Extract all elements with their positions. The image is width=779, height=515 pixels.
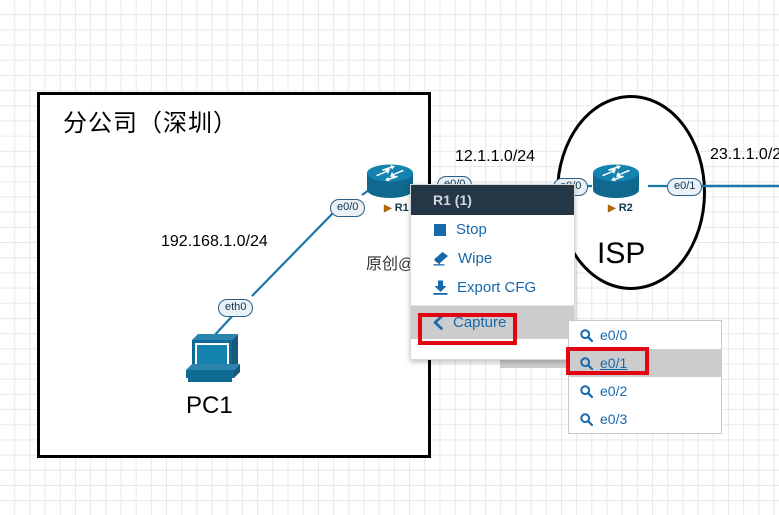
- stop-square-icon: [433, 223, 447, 237]
- interface-badge-r1-e00[interactable]: e0/0: [330, 199, 366, 217]
- context-menu-footer: [411, 339, 574, 359]
- magnifier-icon: [580, 328, 593, 342]
- interface-badge-eth0[interactable]: eth0: [218, 299, 254, 317]
- submenu-item-e02[interactable]: e0/2: [569, 377, 721, 405]
- context-menu-item-capture[interactable]: Capture: [411, 306, 574, 339]
- network-label-wan1: 12.1.1.0/24: [455, 148, 536, 165]
- router-icon-r1[interactable]: [364, 161, 416, 201]
- submenu-item-e00[interactable]: e0/0: [569, 321, 721, 349]
- magnifier-icon: [580, 412, 593, 426]
- context-menu-header: R1 (1): [411, 185, 574, 215]
- context-menu-item-stop[interactable]: Stop: [411, 215, 574, 244]
- pc-icon-pc1[interactable]: [182, 330, 244, 386]
- topology-canvas[interactable]: 分公司（深圳） ISP ▶ R1 ▶ R2 PC1 192.168.1.0/24…: [0, 0, 779, 515]
- network-label-wan2: 23.1.1.0/2: [710, 146, 779, 163]
- network-label-lan: 192.168.1.0/24: [161, 233, 268, 250]
- submenu-item-e01[interactable]: e0/1: [569, 349, 721, 377]
- chevron-left-icon: [433, 315, 444, 330]
- eraser-icon: [433, 251, 449, 266]
- context-menu-item-export-cfg[interactable]: Export CFG: [411, 273, 574, 302]
- magnifier-icon: [580, 356, 593, 370]
- interface-badge-r2-e01[interactable]: e0/1: [667, 178, 703, 196]
- device-label-r1: ▶ R1: [384, 202, 409, 214]
- play-triangle-icon: ▶: [608, 203, 616, 214]
- submenu-item-e03[interactable]: e0/3: [569, 405, 721, 433]
- watermark-text: 原创@: [366, 256, 415, 273]
- device-label-pc1: PC1: [186, 392, 233, 419]
- magnifier-icon: [580, 384, 593, 398]
- play-triangle-icon: ▶: [384, 203, 392, 214]
- router-icon-r2[interactable]: [590, 161, 642, 201]
- download-icon: [433, 280, 448, 295]
- capture-interface-submenu[interactable]: e0/0 e0/1 e0/2 e0/3: [568, 320, 722, 434]
- context-menu-item-wipe[interactable]: Wipe: [411, 244, 574, 273]
- context-menu[interactable]: R1 (1) Stop Wipe Export CFG Capture: [410, 184, 575, 360]
- device-label-r2: ▶ R2: [608, 202, 633, 214]
